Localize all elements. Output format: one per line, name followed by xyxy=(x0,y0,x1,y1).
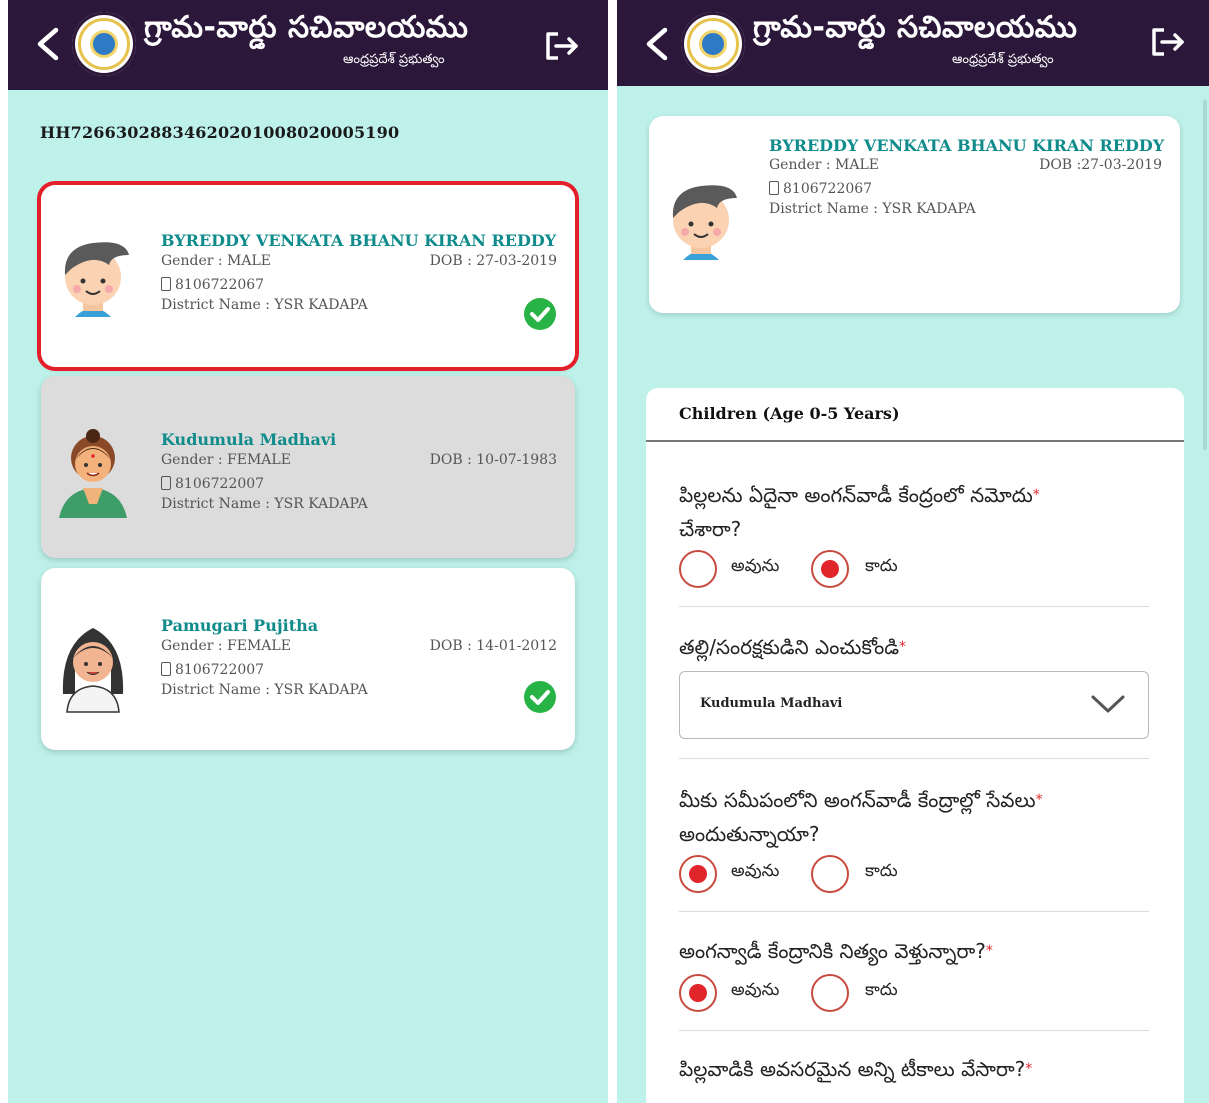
app-bar: గ్రామ-వార్డు సచివాలయము ఆంధ్రప్రదేశ్ ప్రభ… xyxy=(617,0,1209,86)
member-phone-row: 8106722067 xyxy=(161,277,264,293)
logout-icon[interactable] xyxy=(1150,26,1186,58)
boy-avatar-icon xyxy=(64,242,129,317)
member-phone-row: 8106722007 xyxy=(161,476,264,492)
member-phone: 8106722007 xyxy=(175,476,265,492)
radio-q1-no[interactable] xyxy=(811,550,849,588)
chevron-down-icon xyxy=(1091,695,1125,713)
app-title: గ్రామ-వార్డు సచివాలయము xyxy=(144,10,469,45)
radio-group-q1: అవును కాదు xyxy=(679,550,1079,590)
phone-icon xyxy=(769,181,779,195)
member-list-screen: గ్రామ-వార్డు సచివాలయము ఆంధ్రప్రదేశ్ ప్రభ… xyxy=(8,0,608,1103)
radio-group-q3: అవును కాదు xyxy=(679,855,1079,895)
member-district: District Name : YSR KADAPA xyxy=(161,496,368,512)
section-title: Children (Age 0-5 Years) xyxy=(679,404,900,423)
guardian-dropdown[interactable]: Kudumula Madhavi xyxy=(679,671,1149,739)
member-name: BYREDDY VENKATA BHANU KIRAN REDDY xyxy=(161,231,557,250)
question-divider xyxy=(679,758,1149,759)
boy-avatar-icon xyxy=(672,185,737,260)
logout-icon[interactable] xyxy=(544,30,580,62)
radio-q3-yes[interactable] xyxy=(679,855,717,893)
app-subtitle: ఆంధ్రప్రదేశ్ ప్రభుత్వం xyxy=(952,52,1054,67)
question-divider xyxy=(679,1030,1149,1031)
radio-q1-yes[interactable] xyxy=(679,550,717,588)
survey-form: Children (Age 0-5 Years) పిల్లలను ఏదైనా … xyxy=(646,388,1184,1103)
phone-icon xyxy=(161,277,171,291)
scrollbar[interactable] xyxy=(1203,100,1207,450)
question-anganwadi-registered: పిల్లలను ఏదైనా అంగన్‌వాడీ కేంద్రంలో నమోద… xyxy=(679,483,1040,541)
app-subtitle: ఆంధ్రప్రదేశ్ ప్రభుత్వం xyxy=(343,52,445,67)
member-district: District Name : YSR KADAPA xyxy=(161,682,368,698)
woman-avatar-icon xyxy=(59,429,127,518)
back-chevron-icon[interactable] xyxy=(30,24,66,64)
member-name: Pamugari Pujitha xyxy=(161,616,319,635)
app-bar: గ్రామ-వార్డు సచివాలయము ఆంధ్రప్రదేశ్ ప్రభ… xyxy=(8,0,608,90)
phone-icon xyxy=(161,662,171,676)
household-id: HH72663028834620201008020005190 xyxy=(40,123,400,142)
question-vaccinations: పిల్లవాడికి అవసరమైన అన్ని టీకాలు వేసారా?… xyxy=(679,1057,1033,1081)
member-card[interactable]: Kudumula Madhavi Gender : FEMALE DOB : 1… xyxy=(41,376,575,558)
child-gender: Gender : MALE xyxy=(769,157,880,173)
radio-label-no: కాదు xyxy=(865,861,898,881)
section-divider xyxy=(646,440,1184,442)
govt-emblem-logo xyxy=(681,12,745,76)
child-phone-row: 8106722067 xyxy=(769,181,872,197)
question-select-guardian: తల్లి/సంరక్షకుడిని ఎంచుకోండి* xyxy=(679,635,907,659)
member-phone: 8106722067 xyxy=(175,277,265,293)
child-survey-screen: గ్రామ-వార్డు సచివాలయము ఆంధ్రప్రదేశ్ ప్రభ… xyxy=(617,0,1209,1103)
member-gender: Gender : MALE xyxy=(161,253,272,269)
radio-label-yes: అవును xyxy=(731,861,780,881)
govt-emblem-logo xyxy=(72,12,136,76)
radio-group-q4: అవును కాదు xyxy=(679,974,1079,1014)
member-dob: DOB : 27-03-2019 xyxy=(429,253,557,269)
member-name: Kudumula Madhavi xyxy=(161,430,337,449)
check-circle-icon xyxy=(524,681,556,713)
girl-avatar-icon xyxy=(62,628,124,713)
radio-q4-no[interactable] xyxy=(811,974,849,1012)
back-chevron-icon[interactable] xyxy=(639,24,675,64)
question-divider xyxy=(679,911,1149,912)
check-circle-icon xyxy=(524,298,556,330)
question-divider xyxy=(679,606,1149,607)
child-district: District Name : YSR KADAPA xyxy=(769,201,976,217)
app-title: గ్రామ-వార్డు సచివాలయము xyxy=(753,10,1078,45)
child-name: BYREDDY VENKATA BHANU KIRAN REDDY xyxy=(769,136,1165,155)
member-dob: DOB : 10-07-1983 xyxy=(429,452,557,468)
phone-icon xyxy=(161,476,171,490)
selected-child-card: BYREDDY VENKATA BHANU KIRAN REDDY Gender… xyxy=(649,116,1180,313)
member-gender: Gender : FEMALE xyxy=(161,452,291,468)
radio-label-yes: అవును xyxy=(731,980,780,1000)
radio-q4-yes[interactable] xyxy=(679,974,717,1012)
member-district: District Name : YSR KADAPA xyxy=(161,297,368,313)
guardian-dropdown-value: Kudumula Madhavi xyxy=(700,696,843,711)
child-dob: DOB :27-03-2019 xyxy=(1039,157,1162,173)
member-phone: 8106722007 xyxy=(175,662,265,678)
member-gender: Gender : FEMALE xyxy=(161,638,291,654)
member-phone-row: 8106722007 xyxy=(161,662,264,678)
radio-q3-no[interactable] xyxy=(811,855,849,893)
radio-label-no: కాదు xyxy=(865,980,898,1000)
question-anganwadi-regular: అంగన్వాడీ కేంద్రానికి నిత్యం వెళ్తున్నార… xyxy=(679,939,993,963)
radio-label-yes: అవును xyxy=(731,556,780,576)
question-anganwadi-services: మీకు సమీపంలోని అంగన్‌వాడీ కేంద్రాల్లో సే… xyxy=(679,788,1043,846)
child-phone: 8106722067 xyxy=(783,181,873,197)
member-dob: DOB : 14-01-2012 xyxy=(429,638,557,654)
radio-label-no: కాదు xyxy=(865,556,898,576)
member-card[interactable]: BYREDDY VENKATA BHANU KIRAN REDDY Gender… xyxy=(41,185,575,367)
member-card[interactable]: Pamugari Pujitha Gender : FEMALE DOB : 1… xyxy=(41,568,575,750)
